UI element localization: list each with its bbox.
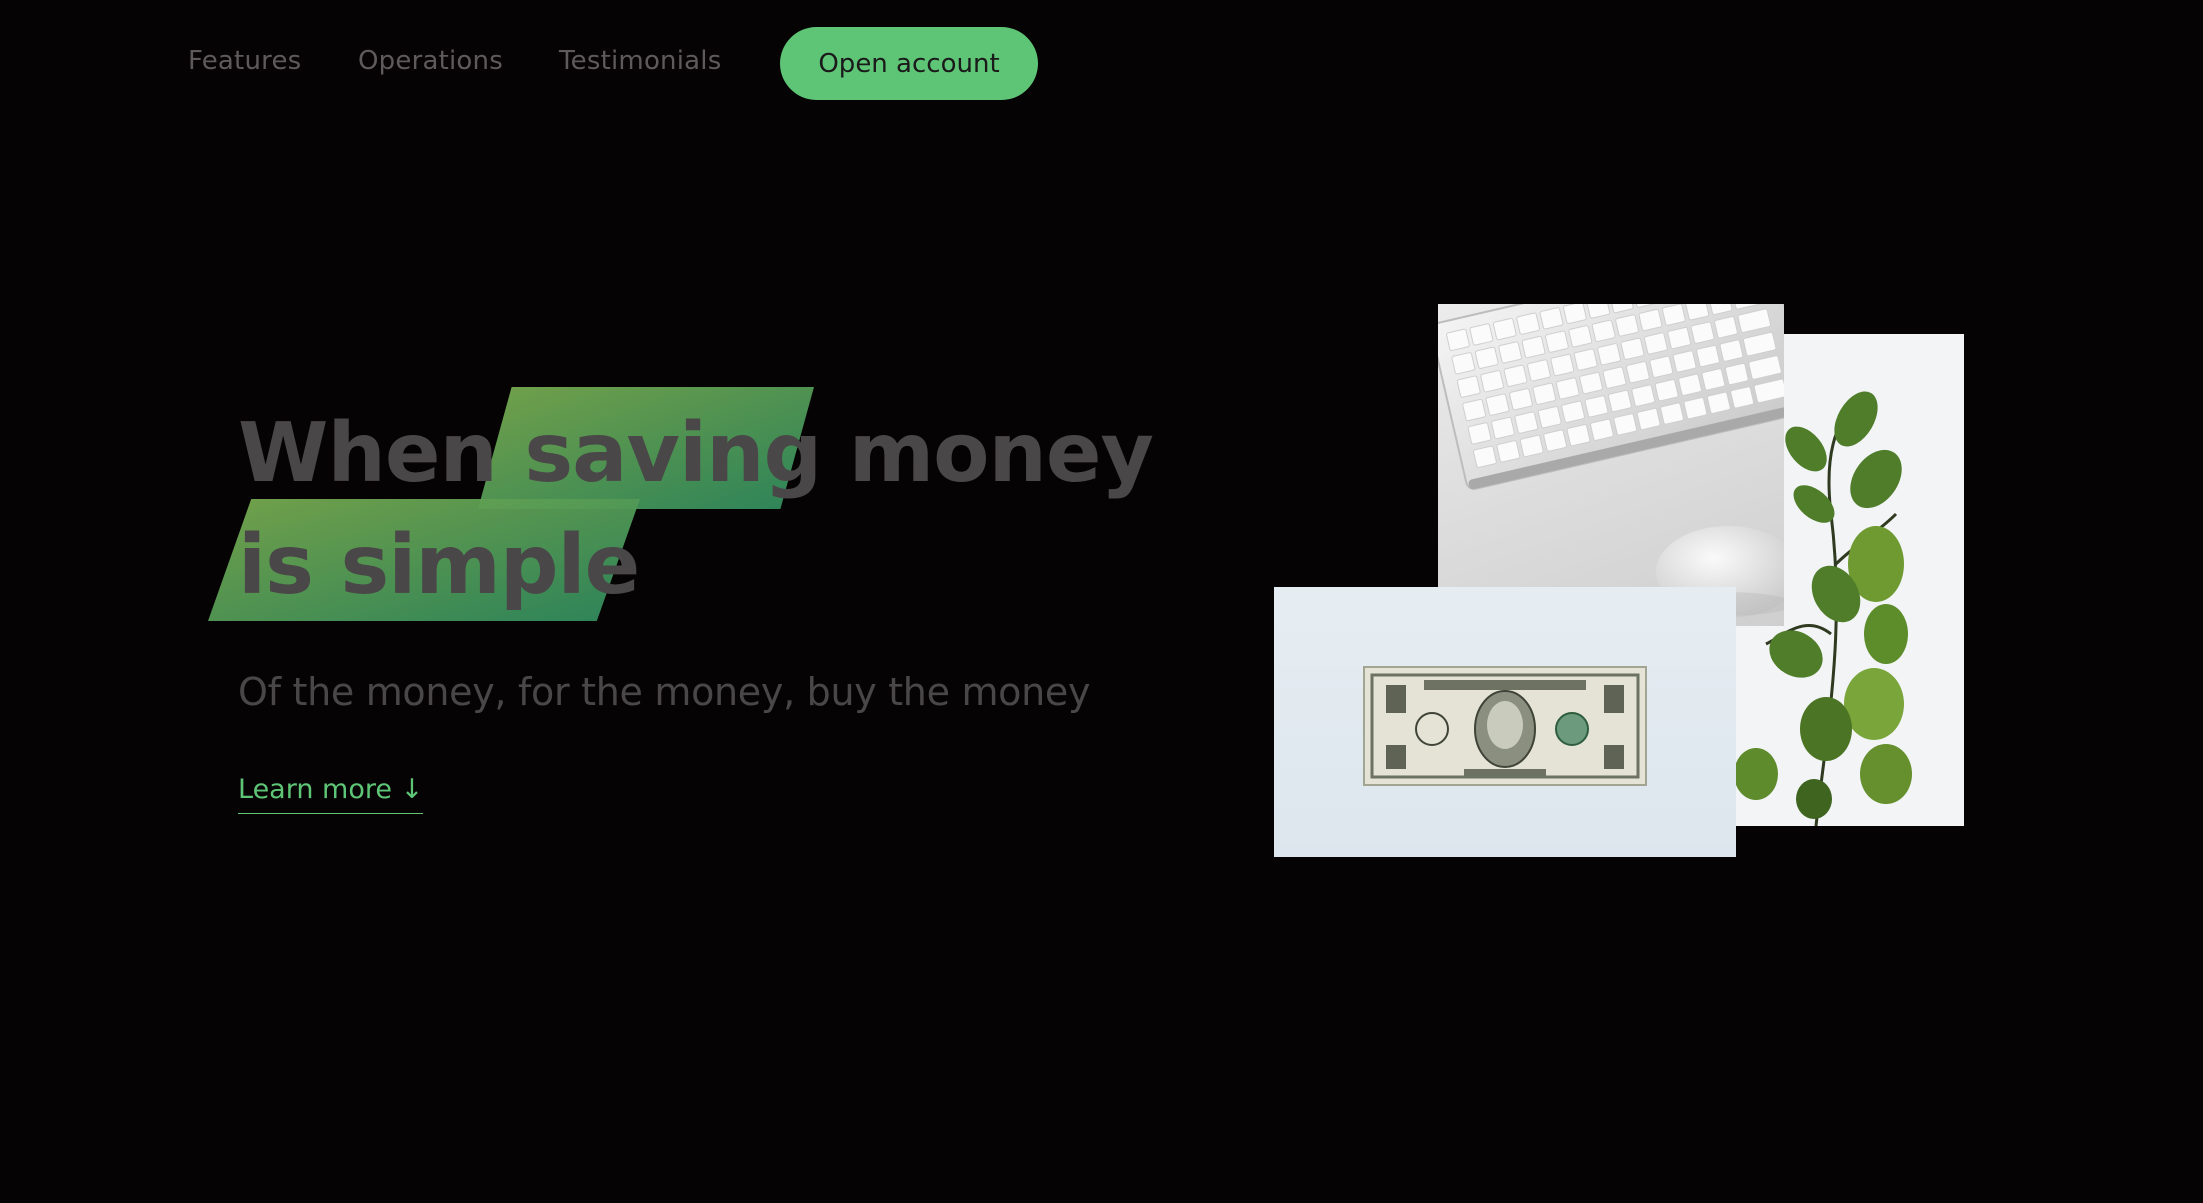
hero-title-line-1: When saving money <box>238 398 1154 510</box>
open-account-button[interactable]: Open account <box>780 27 1038 100</box>
learn-more-link[interactable]: Learn more ↓ <box>238 774 424 814</box>
hero-title-highlight-saving: saving <box>524 406 822 501</box>
dollar-bill-image <box>1274 587 1736 857</box>
nav-link-features[interactable]: Features <box>188 46 301 76</box>
page: Features Operations Testimonials Open ac… <box>0 0 2203 1203</box>
hero-title-highlight-simple: is simple <box>238 518 640 613</box>
hero-title-word-money: money <box>821 406 1154 501</box>
top-nav: Features Operations Testimonials Open ac… <box>0 0 2203 126</box>
hero-title-word-when: When <box>238 406 525 501</box>
nav-link-operations[interactable]: Operations <box>358 46 503 76</box>
keyboard-image <box>1438 304 1784 626</box>
hero-title-line-2: is simple <box>238 510 1153 622</box>
hero-subtitle: Of the money, for the money, buy the mon… <box>238 670 1091 714</box>
hero-title: When saving money is simple <box>238 398 1154 622</box>
nav-link-testimonials[interactable]: Testimonials <box>559 46 721 76</box>
